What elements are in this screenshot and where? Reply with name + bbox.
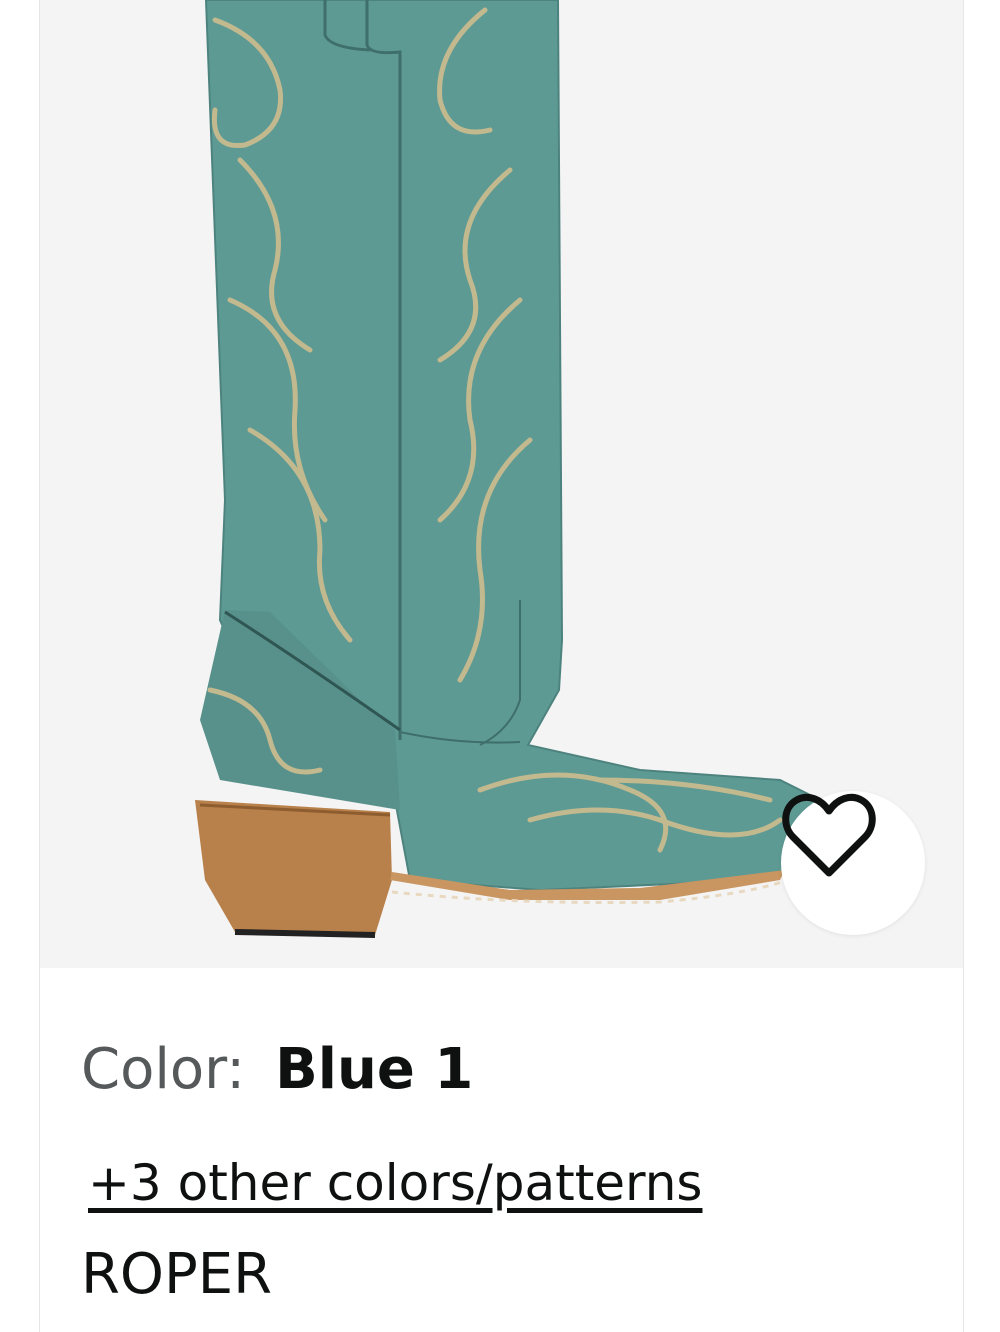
color-value: Blue 1 <box>275 1037 474 1102</box>
color-row: Color: Blue 1 <box>81 1030 473 1110</box>
product-info: Color: Blue 1 +3 other colors/patterns RO… <box>40 968 963 1332</box>
product-card: Color: Blue 1 +3 other colors/patterns RO… <box>40 0 963 1332</box>
product-page: Color: Blue 1 +3 other colors/patterns RO… <box>0 0 1000 1332</box>
color-label: Color: <box>81 1037 246 1102</box>
wishlist-button[interactable] <box>781 791 925 935</box>
product-image[interactable] <box>40 0 963 968</box>
other-colors-link[interactable]: +3 other colors/patterns <box>88 1151 702 1215</box>
brand-name: ROPER <box>81 1242 273 1307</box>
heart-outline-icon <box>782 793 876 877</box>
